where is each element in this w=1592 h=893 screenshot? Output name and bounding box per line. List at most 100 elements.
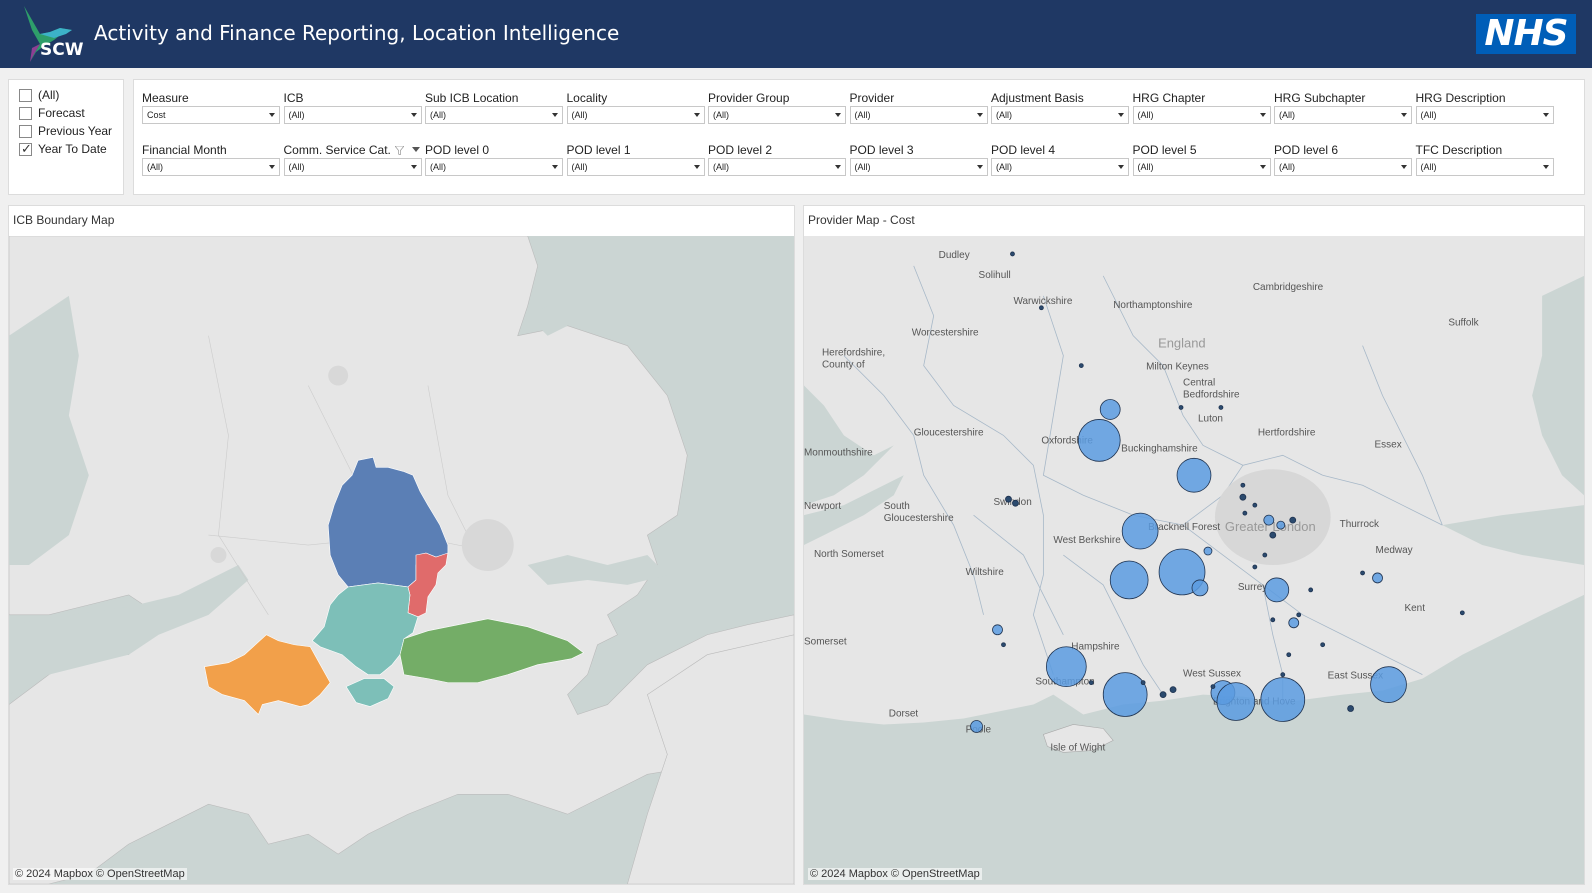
provider-bubble[interactable] xyxy=(992,624,1003,636)
provider-bubble[interactable] xyxy=(1239,493,1247,501)
provider-bubble[interactable] xyxy=(1276,520,1286,530)
provider-bubble[interactable] xyxy=(970,720,983,733)
place-label: Medway xyxy=(1376,545,1413,556)
filter-dropdown[interactable]: (All) xyxy=(1415,106,1554,124)
filter-dropdown[interactable]: (All) xyxy=(425,106,563,124)
place-label: Bracknell Forest xyxy=(1148,522,1220,533)
filter-dropdown[interactable]: (All) xyxy=(283,158,422,176)
filter-dropdown[interactable]: Cost xyxy=(142,106,280,124)
filter-dropdown[interactable]: (All) xyxy=(283,106,422,124)
provider-bubble[interactable] xyxy=(1252,564,1258,570)
provider-bubble[interactable] xyxy=(1269,531,1277,539)
provider-bubble[interactable] xyxy=(1010,251,1015,257)
provider-map-svg[interactable]: Dudley Solihull Warwickshire Northamptonshi… xyxy=(804,236,1584,884)
filter-dropdown[interactable]: (All) xyxy=(566,158,705,176)
provider-bubble[interactable] xyxy=(1191,579,1209,597)
provider-bubble[interactable] xyxy=(1088,680,1094,686)
filter-label-text: Adjustment Basis xyxy=(991,91,1084,105)
filter-dropdown[interactable]: (All) xyxy=(142,158,280,176)
provider-bubble[interactable] xyxy=(1178,405,1184,410)
filter-dropdown[interactable]: (All) xyxy=(1132,106,1271,124)
provider-bubble[interactable] xyxy=(1360,570,1365,576)
provider-bubble[interactable] xyxy=(1176,457,1212,493)
filter-dropdown[interactable]: (All) xyxy=(849,106,988,124)
filter-dropdown[interactable]: (All) xyxy=(991,158,1129,176)
place-label: Kent xyxy=(1404,603,1425,614)
provider-bubble[interactable] xyxy=(1372,572,1383,584)
provider-map-canvas[interactable]: Dudley Solihull Warwickshire Northamptonshi… xyxy=(804,236,1584,884)
provider-bubble[interactable] xyxy=(1288,617,1300,629)
filter-dropdown-value: Cost xyxy=(147,110,166,120)
provider-bubble[interactable] xyxy=(1264,577,1290,603)
checkbox-icon[interactable] xyxy=(19,106,32,120)
period-option[interactable]: Year To Date xyxy=(9,140,123,158)
filter-dropdown[interactable]: (All) xyxy=(991,106,1129,124)
provider-bubble[interactable] xyxy=(1370,666,1407,703)
provider-bubble[interactable] xyxy=(1109,560,1149,600)
provider-bubble[interactable] xyxy=(1001,642,1006,648)
filter-dropdown[interactable]: (All) xyxy=(1274,106,1412,124)
provider-bubble[interactable] xyxy=(1045,646,1087,688)
provider-bubble[interactable] xyxy=(1260,677,1306,722)
provider-bubble[interactable] xyxy=(1169,686,1177,693)
icb-map-svg[interactable] xyxy=(9,236,794,884)
provider-bubble[interactable] xyxy=(1218,405,1224,410)
provider-bubble[interactable] xyxy=(1280,672,1286,678)
checkbox-icon[interactable] xyxy=(19,88,32,102)
provider-bubble[interactable] xyxy=(1077,419,1121,462)
provider-bubble[interactable] xyxy=(1078,363,1084,368)
filter-menu-caret-icon[interactable] xyxy=(411,147,420,152)
filter-label-text: POD level 2 xyxy=(708,143,773,157)
provider-bubble[interactable] xyxy=(1005,495,1012,503)
icb-map-attribution[interactable]: © 2024 Mapbox © OpenStreetMap xyxy=(13,868,187,880)
provider-bubble[interactable] xyxy=(1140,680,1146,686)
provider-bubble[interactable] xyxy=(1347,705,1354,712)
filter-dropdown[interactable]: (All) xyxy=(1415,158,1554,176)
filter-dropdown-value: (All) xyxy=(1137,110,1154,120)
provider-bubble[interactable] xyxy=(1240,482,1246,488)
provider-bubble[interactable] xyxy=(1216,682,1256,721)
provider-bubble[interactable] xyxy=(1459,610,1465,616)
provider-bubble[interactable] xyxy=(1286,652,1292,658)
filter-dropdown[interactable]: (All) xyxy=(708,106,846,124)
provider-bubble[interactable] xyxy=(1270,617,1276,623)
filter-dropdown-value: (All) xyxy=(1137,162,1154,172)
filter-dropdown[interactable]: (All) xyxy=(1132,158,1271,176)
provider-bubble[interactable] xyxy=(1296,612,1302,618)
period-option[interactable]: (All) xyxy=(9,86,123,104)
icb-map-canvas[interactable]: © 2024 Mapbox © OpenStreetMap xyxy=(9,236,794,884)
filter-dropdown[interactable]: (All) xyxy=(1274,158,1412,176)
filter-label: POD level 3 xyxy=(850,142,988,158)
provider-bubble[interactable] xyxy=(1263,514,1275,526)
filter-dropdown[interactable]: (All) xyxy=(708,158,846,176)
checkbox-icon[interactable] xyxy=(19,124,32,138)
period-option[interactable]: Previous Year xyxy=(9,122,123,140)
filter-dropdown[interactable]: (All) xyxy=(425,158,563,176)
provider-bubble[interactable] xyxy=(1289,516,1297,524)
provider-map-attribution[interactable]: © 2024 Mapbox © OpenStreetMap xyxy=(808,868,982,880)
provider-bubble[interactable] xyxy=(1308,587,1314,593)
provider-bubble[interactable] xyxy=(1242,510,1248,516)
filter-dropdown[interactable]: (All) xyxy=(566,106,705,124)
provider-bubble[interactable] xyxy=(1159,691,1167,698)
provider-bubble[interactable] xyxy=(1203,546,1213,556)
filter-dropdown[interactable]: (All) xyxy=(849,158,988,176)
provider-bubble[interactable] xyxy=(1038,305,1044,311)
provider-bubble[interactable] xyxy=(1210,684,1216,690)
provider-bubble[interactable] xyxy=(1012,499,1019,507)
provider-bubble[interactable] xyxy=(1252,502,1258,508)
provider-bubble[interactable] xyxy=(1320,642,1326,648)
checkbox-checked-icon[interactable] xyxy=(19,141,32,157)
place-label: North Somerset xyxy=(814,549,884,560)
chevron-down-icon xyxy=(693,165,700,169)
provider-bubble[interactable] xyxy=(1262,552,1268,558)
filter-dropdown-value: (All) xyxy=(288,162,305,172)
provider-bubble[interactable] xyxy=(1102,672,1148,717)
provider-bubble[interactable] xyxy=(1099,399,1121,420)
icb-boundary-map-panel: ICB Boundary Map © 2024 Mapbox © OpenStr… xyxy=(8,205,795,885)
provider-bubble[interactable] xyxy=(1121,512,1159,550)
filter-label-text: Provider xyxy=(849,91,895,105)
funnel-icon[interactable] xyxy=(394,146,404,155)
filter-dropdown-value: (All) xyxy=(996,162,1012,172)
period-option[interactable]: Forecast xyxy=(9,104,123,122)
